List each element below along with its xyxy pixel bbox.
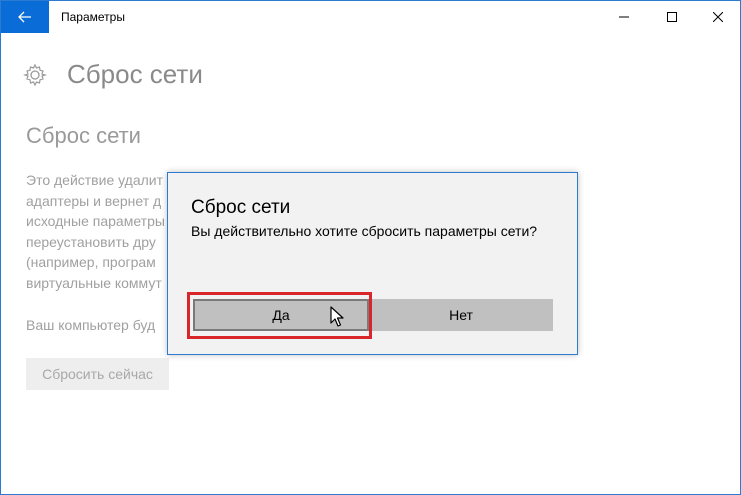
dialog-title: Сброс сети	[191, 197, 291, 218]
minimize-button[interactable]	[601, 1, 647, 33]
back-button[interactable]	[1, 1, 49, 33]
description-line: переустановить дру	[26, 233, 156, 250]
page-header: Сброс сети	[23, 59, 203, 90]
back-arrow-icon	[18, 11, 31, 23]
description-text: Это действие удалит адаптеры и вернет д …	[26, 170, 166, 293]
page-title: Сброс сети	[67, 59, 203, 89]
restart-note: Ваш компьютер буд	[26, 317, 156, 333]
description-line: (например, програм	[26, 254, 156, 270]
description-line: Это действие удалит	[26, 172, 164, 188]
description-line: виртуальные коммут	[26, 274, 162, 291]
title-bar: Параметры	[1, 1, 740, 33]
section-title: Сброс сети	[26, 123, 141, 148]
mouse-cursor-icon	[330, 306, 344, 327]
confirm-dialog: Сброс сети Вы действительно хотите сброс…	[167, 172, 578, 355]
no-button[interactable]: Нет	[369, 299, 553, 331]
dialog-message: Вы действительно хотите сбросить парамет…	[191, 223, 538, 239]
maximize-button[interactable]	[649, 1, 695, 33]
window-title: Параметры	[61, 10, 125, 24]
description-line: адаптеры и вернет д	[26, 192, 162, 209]
close-icon	[713, 12, 723, 22]
minimize-icon	[619, 16, 629, 18]
close-button[interactable]	[695, 1, 741, 33]
reset-now-button[interactable]: Сбросить сейчас	[26, 358, 169, 390]
gear-icon	[23, 63, 47, 86]
settings-window: Параметры Сброс сети Сброс сети Это дейс…	[0, 0, 741, 495]
maximize-icon	[667, 12, 677, 22]
description-line: исходные параметры	[26, 213, 165, 229]
